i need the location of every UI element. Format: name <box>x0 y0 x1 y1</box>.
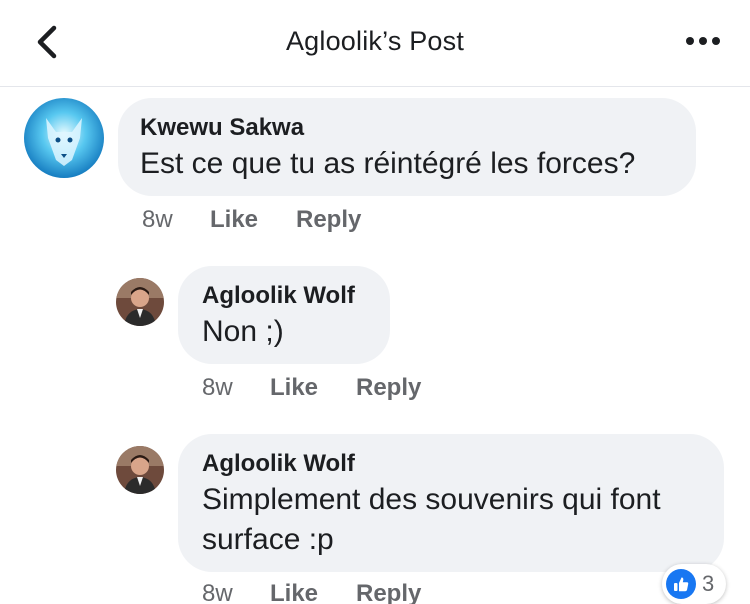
comment-text: Est ce que tu as réintégré les forces? <box>140 147 636 180</box>
reaction-count: 3 <box>702 571 715 596</box>
wolf-avatar-image <box>24 98 104 178</box>
comment-author[interactable]: Agloolik Wolf <box>202 282 368 310</box>
comment-time: 8w <box>142 206 173 233</box>
comment-actions: 8w Like Reply <box>202 580 502 604</box>
comment-text: Non ;) <box>202 315 284 348</box>
avatar[interactable] <box>116 446 164 494</box>
comment-bubble[interactable]: Kwewu Sakwa Est ce que tu as réintégré l… <box>118 98 696 196</box>
person-avatar-image <box>116 446 164 494</box>
reaction-summary[interactable]: 3 <box>662 564 726 604</box>
comment-text-line: Simplement des souvenirs qui font <box>202 483 661 516</box>
person-avatar-image <box>116 278 164 326</box>
comment-time: 8w <box>202 580 233 604</box>
avatar[interactable] <box>116 278 164 326</box>
more-dots-icon <box>686 37 720 45</box>
page-title: Agloolik’s Post <box>285 26 465 56</box>
like-button[interactable]: Like <box>270 374 318 402</box>
reply-button[interactable]: Reply <box>356 580 421 604</box>
reply-button[interactable]: Reply <box>356 374 421 402</box>
avatar[interactable] <box>24 98 104 178</box>
more-options-button[interactable] <box>680 26 726 56</box>
thumbs-up-icon <box>666 569 696 599</box>
comment-text-line: surface :p <box>202 523 334 556</box>
comment-actions: 8w Like Reply <box>142 206 442 236</box>
comment-author[interactable]: Agloolik Wolf <box>202 450 702 478</box>
reply-button[interactable]: Reply <box>296 206 361 234</box>
comment-actions: 8w Like Reply <box>202 374 502 404</box>
like-button[interactable]: Like <box>270 580 318 604</box>
comment-time: 8w <box>202 374 233 401</box>
comment-bubble[interactable]: Agloolik Wolf Non ;) <box>178 266 390 364</box>
comment-author[interactable]: Kwewu Sakwa <box>140 114 674 142</box>
top-bar: Agloolik’s Post <box>0 0 750 87</box>
comment-bubble[interactable]: Agloolik Wolf Simplement des souvenirs q… <box>178 434 724 572</box>
like-button[interactable]: Like <box>210 206 258 234</box>
